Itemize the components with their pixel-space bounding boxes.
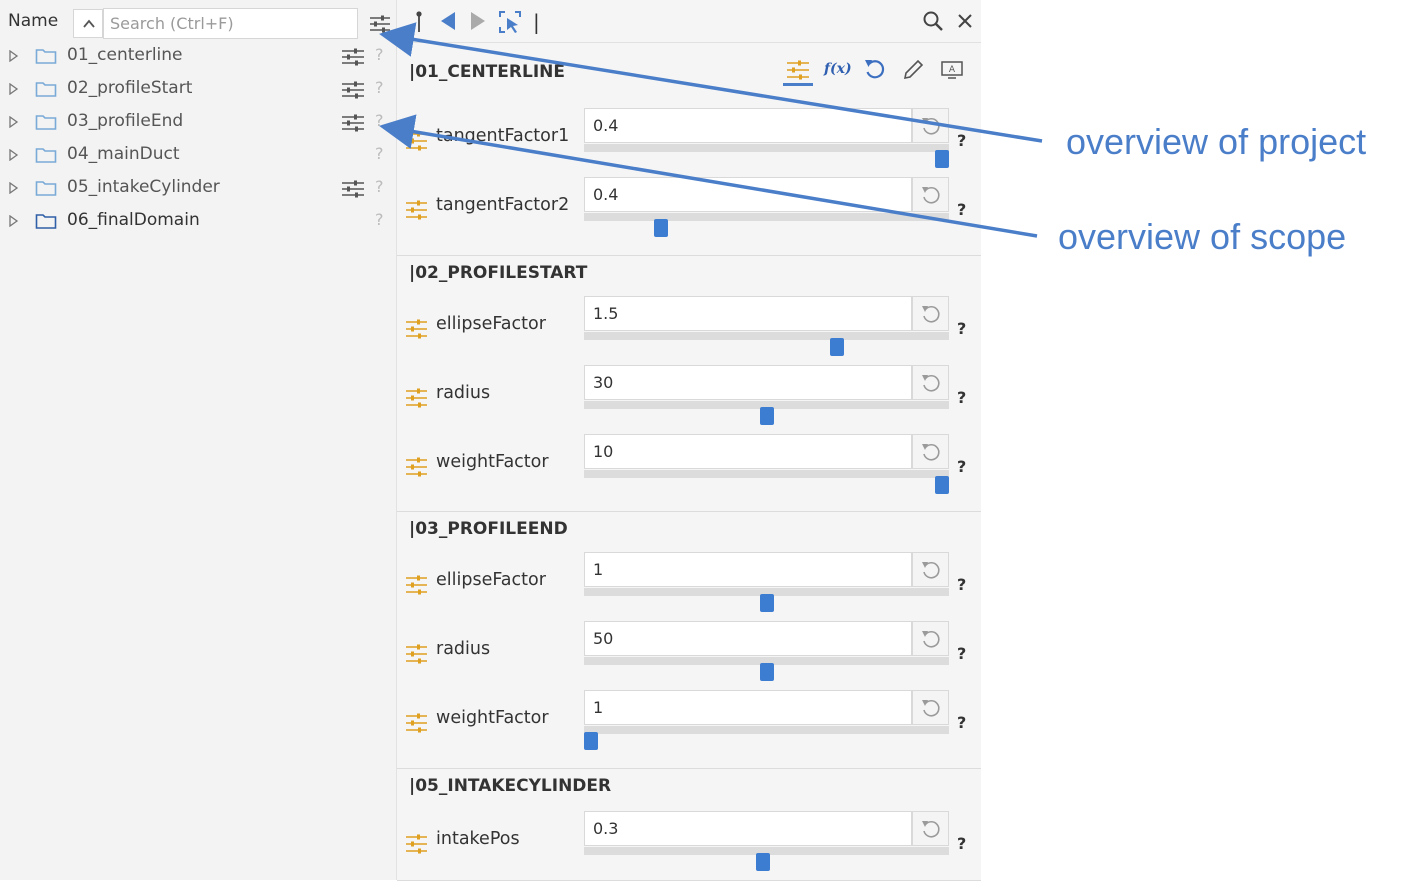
annotation-scope: overview of scope bbox=[1058, 216, 1347, 257]
scope-arrow bbox=[379, 114, 1038, 238]
annotation-project: overview of project bbox=[1066, 121, 1367, 162]
project-arrow bbox=[379, 22, 1043, 143]
